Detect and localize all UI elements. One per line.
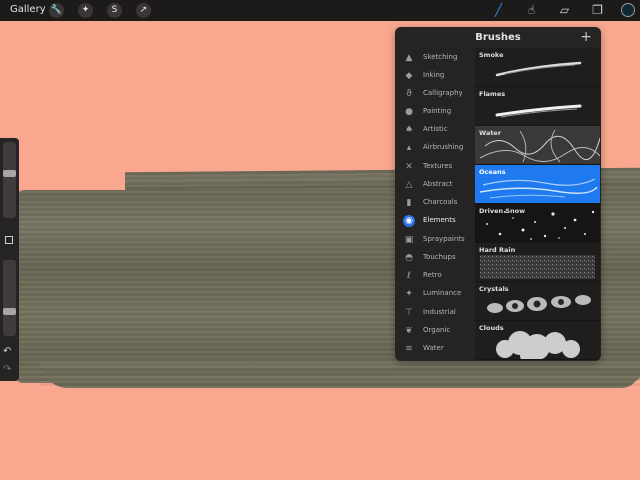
industrial-icon: ⊤ — [405, 308, 413, 318]
calligraphy-icon: ϑ — [406, 89, 412, 99]
retro-icon: ℓ — [407, 271, 411, 281]
brush-item-oceans[interactable]: Oceans — [475, 165, 600, 204]
category-water[interactable]: ≋ Water — [395, 340, 475, 358]
category-label: Textures — [423, 162, 453, 170]
touchups-icon: ◓ — [405, 253, 413, 263]
brush-name: Driven Snow — [479, 207, 526, 215]
color-picker-button[interactable] — [621, 3, 635, 17]
category-abstract[interactable]: △ Abstract — [395, 176, 475, 194]
category-label: Organic — [423, 326, 451, 334]
opacity-slider[interactable] — [3, 260, 16, 336]
category-label: Inking — [423, 71, 445, 79]
category-textures[interactable]: ✕ Textures — [395, 158, 475, 176]
category-sketching[interactable]: ▲ Sketching — [395, 49, 475, 67]
category-label: Sketching — [423, 53, 458, 61]
category-industrial[interactable]: ⊤ Industrial — [395, 304, 475, 322]
category-touchups[interactable]: ◓ Touchups — [395, 249, 475, 267]
brush-item-smoke[interactable]: Smoke — [475, 48, 600, 87]
undo-icon[interactable]: ↶ — [3, 346, 11, 357]
layers-tool-icon[interactable]: ❐ — [589, 2, 606, 19]
category-artistic[interactable]: ♠ Artistic — [395, 121, 475, 139]
category-inking[interactable]: ◆ Inking — [395, 67, 475, 85]
category-label: Water — [423, 344, 444, 352]
category-label: Artistic — [423, 125, 448, 133]
category-retro[interactable]: ℓ Retro — [395, 267, 475, 285]
brush-category-list: ▲ Sketching ◆ Inking ϑ Calligraphy ● Paintin… — [395, 48, 475, 361]
brush-name: Hard Rain — [479, 246, 516, 254]
left-sidebar: ↶ ↷ — [0, 138, 19, 381]
brush-item-hard-rain[interactable]: Hard Rain — [475, 243, 600, 282]
category-airbrushing[interactable]: ▴ Airbrushing — [395, 139, 475, 157]
smudge-tool-icon[interactable]: ☝ — [523, 2, 540, 19]
eraser-tool-icon[interactable]: ▱ — [556, 2, 573, 19]
abstract-icon: △ — [405, 180, 413, 190]
modify-button[interactable] — [5, 236, 13, 244]
category-label: Luminance — [423, 289, 462, 297]
category-label: Touchups — [423, 253, 456, 261]
airbrushing-icon: ▴ — [406, 143, 412, 153]
paint-stroke-bottom — [40, 360, 640, 388]
gallery-button[interactable]: Gallery — [10, 4, 46, 15]
category-calligraphy[interactable]: ϑ Calligraphy — [395, 85, 475, 103]
painting-icon: ● — [405, 107, 413, 117]
brush-item-clouds[interactable]: Clouds — [475, 321, 600, 360]
organic-icon: ❦ — [405, 326, 413, 336]
brush-name: Water — [479, 129, 502, 137]
brush-name: Crystals — [479, 285, 509, 293]
add-brush-icon[interactable]: + — [580, 29, 592, 45]
category-charcoals[interactable]: ▮ Charcoals — [395, 194, 475, 212]
category-label: Airbrushing — [423, 143, 464, 151]
brush-size-thumb[interactable] — [3, 170, 16, 177]
brush-name: Flames — [479, 90, 506, 98]
sketching-icon: ▲ — [405, 53, 413, 63]
brush-item-flames[interactable]: Flames — [475, 87, 600, 126]
elements-icon: ◉ — [403, 215, 415, 227]
brush-item-crystals[interactable]: Crystals — [475, 282, 600, 321]
inking-icon: ◆ — [405, 71, 413, 81]
brush-tool-icon[interactable]: ╱ — [490, 2, 507, 19]
brush-item-driven-snow[interactable]: Driven Snow — [475, 204, 600, 243]
redo-icon[interactable]: ↷ — [3, 364, 11, 375]
brushes-panel: Brushes + ▲ Sketching ◆ Inking ϑ Calligraph… — [395, 27, 601, 361]
category-label: Painting — [423, 107, 452, 115]
brush-name: Clouds — [479, 324, 504, 332]
category-label: Calligraphy — [423, 89, 463, 97]
textures-icon: ✕ — [405, 162, 413, 172]
category-organic[interactable]: ❦ Organic — [395, 322, 475, 340]
brush-item-water[interactable]: Water — [475, 126, 600, 165]
category-elements[interactable]: ◉ Elements — [395, 212, 475, 230]
water-icon: ≋ — [405, 344, 413, 354]
magic-wand-icon[interactable]: ✦ — [78, 3, 93, 18]
category-label: Retro — [423, 271, 442, 279]
category-spraypaints[interactable]: ▣ Spraypaints — [395, 231, 475, 249]
category-painting[interactable]: ● Painting — [395, 103, 475, 121]
wrench-icon[interactable]: 🔧 — [49, 3, 64, 18]
brush-size-slider[interactable] — [3, 142, 16, 218]
category-label: Industrial — [423, 308, 456, 316]
artistic-icon: ♠ — [404, 125, 414, 135]
spraypaints-icon: ▣ — [404, 235, 414, 245]
luminance-icon: ✦ — [405, 289, 413, 299]
selection-icon[interactable]: S — [107, 3, 122, 18]
top-toolbar: Gallery 🔧 ✦ S ➚ ╱ ☝ ▱ ❐ — [0, 0, 640, 21]
brush-name: Smoke — [479, 51, 504, 59]
panel-title: Brushes — [475, 32, 521, 43]
category-luminance[interactable]: ✦ Luminance — [395, 285, 475, 303]
brush-name: Oceans — [479, 168, 506, 176]
category-label: Spraypaints — [423, 235, 465, 243]
charcoals-icon: ▮ — [406, 198, 412, 208]
category-label: Abstract — [423, 180, 453, 188]
brush-list: Smoke Flames Water Oceans Driven Snow Ha… — [475, 48, 601, 361]
category-label: Charcoals — [423, 198, 458, 206]
category-label: Elements — [423, 216, 456, 224]
opacity-thumb[interactable] — [3, 308, 16, 315]
transform-arrow-icon[interactable]: ➚ — [136, 3, 151, 18]
